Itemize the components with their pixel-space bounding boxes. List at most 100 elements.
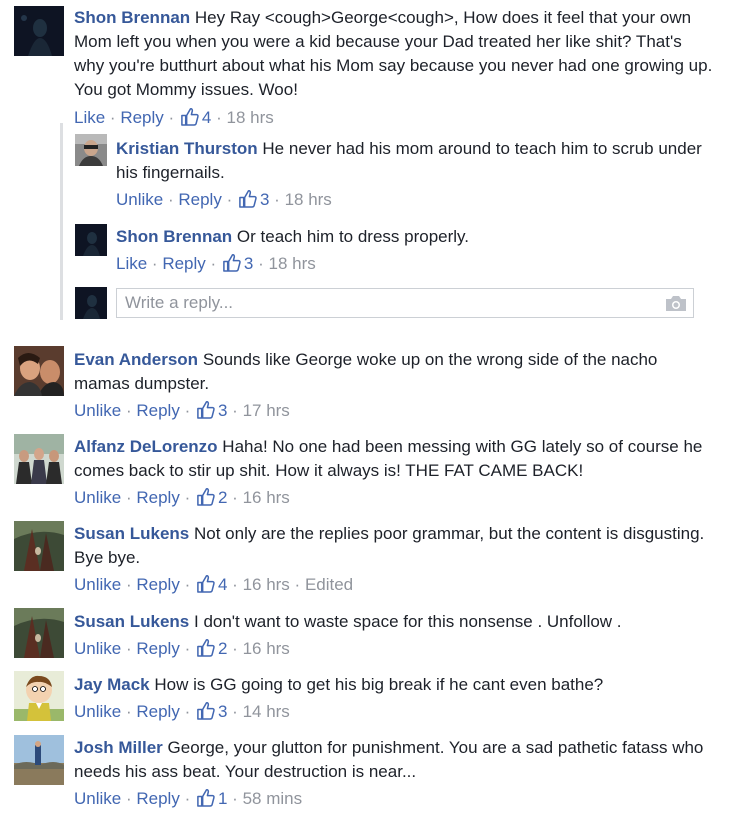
reply-link[interactable]: Reply xyxy=(136,789,179,808)
like-count-value: 3 xyxy=(217,401,228,420)
timestamp[interactable]: 16 hrs xyxy=(243,639,290,658)
comment-actions: Like · Reply · 3 · 18 hrs xyxy=(116,254,316,273)
unlike-link[interactable]: Unlike xyxy=(74,639,121,658)
like-count[interactable]: 2 xyxy=(195,488,227,507)
avatar[interactable] xyxy=(14,735,64,785)
comment-actions: Unlike · Reply · 2 · 16 hrs xyxy=(74,639,290,658)
thumbs-up-icon xyxy=(180,107,199,126)
like-count[interactable]: 2 xyxy=(195,639,227,658)
reply-link[interactable]: Reply xyxy=(136,488,179,507)
avatar[interactable] xyxy=(14,434,64,484)
timestamp[interactable]: 58 mins xyxy=(243,789,303,808)
reply-link[interactable]: Reply xyxy=(136,702,179,721)
like-count[interactable]: 3 xyxy=(195,401,227,420)
comment-actions: Unlike · Reply · 3 · 18 hrs xyxy=(116,190,332,209)
like-count-value: 3 xyxy=(217,702,228,721)
comment-author[interactable]: Josh Miller xyxy=(74,738,163,757)
avatar[interactable] xyxy=(75,224,107,256)
unlike-link[interactable]: Unlike xyxy=(74,702,121,721)
thumbs-up-icon xyxy=(196,574,215,593)
timestamp[interactable]: 14 hrs xyxy=(243,702,290,721)
comment-author[interactable]: Susan Lukens xyxy=(74,524,189,543)
comment-text: Josh Miller George, your glutton for pun… xyxy=(74,736,714,784)
thumbs-up-icon xyxy=(238,189,257,208)
comment-text: Evan Anderson Sounds like George woke up… xyxy=(74,348,714,396)
thumbs-up-icon xyxy=(196,487,215,506)
like-count[interactable]: 3 xyxy=(195,702,227,721)
edited-label[interactable]: Edited xyxy=(305,575,353,594)
avatar xyxy=(75,287,107,319)
like-count[interactable]: 4 xyxy=(195,575,227,594)
timestamp[interactable]: 16 hrs xyxy=(243,488,290,507)
unlike-link[interactable]: Unlike xyxy=(74,488,121,507)
thumbs-up-icon xyxy=(196,701,215,720)
comment-actions: Unlike · Reply · 1 · 58 mins xyxy=(74,789,303,808)
thumbs-up-icon xyxy=(196,788,215,807)
comment-message: Or teach him to dress properly. xyxy=(236,227,470,246)
avatar[interactable] xyxy=(14,346,64,396)
comment-message: How is GG going to get his big break if … xyxy=(154,675,604,694)
timestamp[interactable]: 18 hrs xyxy=(227,108,274,127)
like-link[interactable]: Like xyxy=(116,254,147,273)
thread-line xyxy=(60,123,63,320)
comment-text: Alfanz DeLorenzo Haha! No one had been m… xyxy=(74,435,714,483)
comment-actions: Unlike · Reply · 2 · 16 hrs xyxy=(74,488,290,507)
like-count[interactable]: 4 xyxy=(179,108,211,127)
camera-icon[interactable] xyxy=(665,295,687,317)
timestamp[interactable]: 18 hrs xyxy=(285,190,332,209)
like-count-value: 3 xyxy=(243,254,254,273)
comment-message: George, your glutton for punishment. You… xyxy=(74,738,704,781)
reply-link[interactable]: Reply xyxy=(136,575,179,594)
avatar[interactable] xyxy=(75,134,107,166)
like-count-value: 3 xyxy=(259,190,270,209)
comment-actions: Unlike · Reply · 3 · 14 hrs xyxy=(74,702,290,721)
unlike-link[interactable]: Unlike xyxy=(116,190,163,209)
reply-input[interactable] xyxy=(117,289,645,317)
comment-text: Susan Lukens I don't want to waste space… xyxy=(74,610,714,634)
comment-author[interactable]: Jay Mack xyxy=(74,675,150,694)
reply-link[interactable]: Reply xyxy=(136,401,179,420)
comment-text: Shon Brennan Hey Ray <cough>George<cough… xyxy=(74,6,714,102)
avatar[interactable] xyxy=(14,608,64,658)
like-count-value: 4 xyxy=(201,108,212,127)
like-link[interactable]: Like xyxy=(74,108,105,127)
comment-author[interactable]: Evan Anderson xyxy=(74,350,198,369)
unlike-link[interactable]: Unlike xyxy=(74,789,121,808)
comment-author[interactable]: Shon Brennan xyxy=(116,227,232,246)
like-count[interactable]: 3 xyxy=(221,254,253,273)
timestamp[interactable]: 17 hrs xyxy=(243,401,290,420)
reply-link[interactable]: Reply xyxy=(120,108,163,127)
like-count-value: 2 xyxy=(217,639,228,658)
comment-author[interactable]: Alfanz DeLorenzo xyxy=(74,437,218,456)
thumbs-up-icon xyxy=(222,253,241,272)
comment-author[interactable]: Kristian Thurston xyxy=(116,139,258,158)
comment-author[interactable]: Shon Brennan xyxy=(74,8,190,27)
comment-actions: Like · Reply · 4 · 18 hrs xyxy=(74,108,274,127)
reply-link[interactable]: Reply xyxy=(162,254,205,273)
unlike-link[interactable]: Unlike xyxy=(74,575,121,594)
like-count[interactable]: 1 xyxy=(195,789,227,808)
comment-author[interactable]: Susan Lukens xyxy=(74,612,189,631)
comment-text: Jay Mack How is GG going to get his big … xyxy=(74,673,714,697)
reply-text: Kristian Thurston He never had his mom a… xyxy=(116,137,716,185)
avatar[interactable] xyxy=(14,671,64,721)
comment-text: Susan Lukens Not only are the replies po… xyxy=(74,522,714,570)
reply-text: Shon Brennan Or teach him to dress prope… xyxy=(116,225,716,249)
reply-link[interactable]: Reply xyxy=(178,190,221,209)
avatar[interactable] xyxy=(14,521,64,571)
like-count-value: 4 xyxy=(217,575,228,594)
like-count[interactable]: 3 xyxy=(237,190,269,209)
unlike-link[interactable]: Unlike xyxy=(74,401,121,420)
timestamp[interactable]: 18 hrs xyxy=(269,254,316,273)
like-count-value: 1 xyxy=(217,789,228,808)
comment-actions: Unlike · Reply · 3 · 17 hrs xyxy=(74,401,290,420)
avatar[interactable] xyxy=(14,6,64,56)
thumbs-up-icon xyxy=(196,638,215,657)
comment-actions: Unlike · Reply · 4 · 16 hrs · Edited xyxy=(74,575,354,594)
like-count-value: 2 xyxy=(217,488,228,507)
thumbs-up-icon xyxy=(196,400,215,419)
comment-message: I don't want to waste space for this non… xyxy=(194,612,622,631)
timestamp[interactable]: 16 hrs xyxy=(243,575,290,594)
reply-link[interactable]: Reply xyxy=(136,639,179,658)
reply-composer xyxy=(116,288,694,318)
